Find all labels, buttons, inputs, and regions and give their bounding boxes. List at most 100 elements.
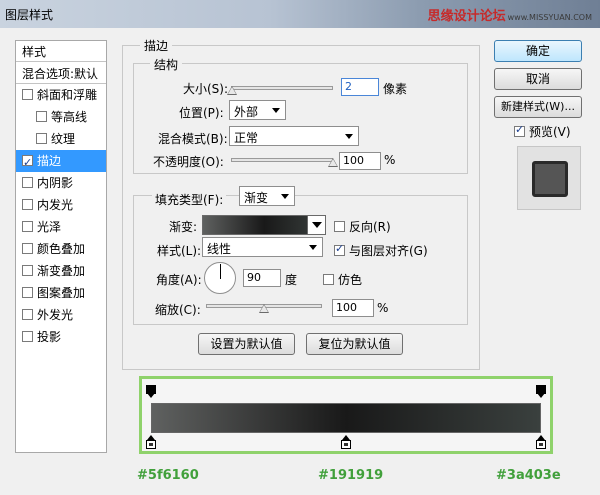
size-slider-thumb[interactable] xyxy=(227,86,238,95)
style-item[interactable]: 光泽 xyxy=(16,216,106,238)
style-item[interactable]: 内阴影 xyxy=(16,172,106,194)
dither-label: 仿色 xyxy=(338,273,363,287)
align-checkbox[interactable] xyxy=(334,242,345,256)
watermark-text: 思缘设计论坛 xyxy=(427,9,506,24)
style-item-label: 图案叠加 xyxy=(37,286,86,300)
style-item-checkbox[interactable] xyxy=(22,265,33,276)
color-hex-middle: #191919 xyxy=(318,468,384,483)
reverse-label: 反向(R) xyxy=(349,220,391,234)
opacity-stop-left[interactable] xyxy=(146,385,156,399)
style-item-checkbox[interactable] xyxy=(36,111,47,122)
opacity-input[interactable]: 100 xyxy=(339,152,381,170)
scale-slider-thumb[interactable] xyxy=(259,304,269,313)
style-item[interactable]: 外发光 xyxy=(16,304,106,326)
chevron-down-icon[interactable] xyxy=(307,216,325,234)
style-item-checkbox[interactable] xyxy=(22,199,33,210)
gradient-picker[interactable] xyxy=(202,215,326,235)
color-stop-left[interactable] xyxy=(146,435,156,449)
dither-checkbox[interactable] xyxy=(323,274,334,285)
reset-default-button[interactable]: 复位为默认值 xyxy=(306,333,403,355)
position-select[interactable]: 外部 xyxy=(229,100,286,120)
blend-mode-value: 正常 xyxy=(234,131,259,145)
style-item[interactable]: 投影 xyxy=(16,326,106,348)
chevron-down-icon xyxy=(272,108,280,113)
reverse-checkbox[interactable] xyxy=(334,221,345,232)
style-item-label: 颜色叠加 xyxy=(37,242,86,256)
ok-button[interactable]: 确定 xyxy=(494,40,582,62)
preview-checkbox[interactable] xyxy=(514,123,525,137)
style-label: 样式(L): xyxy=(157,244,202,258)
opacity-unit: % xyxy=(384,153,396,167)
color-hex-left: #5f6160 xyxy=(137,468,199,483)
angle-dial[interactable] xyxy=(204,262,236,294)
position-value: 外部 xyxy=(234,105,259,119)
style-item[interactable]: 等高线 xyxy=(16,106,106,128)
style-item-label: 光泽 xyxy=(37,220,62,234)
opacity-slider[interactable] xyxy=(231,158,333,162)
preview-option[interactable]: 预览(V) xyxy=(514,123,571,140)
gradient-editor xyxy=(139,376,553,454)
gradient-style-select[interactable]: 线性 xyxy=(202,237,323,257)
style-item[interactable]: 内发光 xyxy=(16,194,106,216)
blend-options-item[interactable]: 混合选项:默认 xyxy=(16,62,106,84)
style-item-checkbox[interactable] xyxy=(22,243,33,254)
style-item-label: 斜面和浮雕 xyxy=(37,88,98,102)
watermark: 思缘设计论坛 www.MISSYUAN.COM xyxy=(428,5,592,24)
color-stop-right[interactable] xyxy=(536,435,546,449)
gradient-label: 渐变: xyxy=(169,220,198,234)
angle-input[interactable]: 90 xyxy=(243,269,281,287)
window-title: 图层样式 xyxy=(5,8,54,22)
style-item-checkbox[interactable] xyxy=(22,89,33,100)
style-item-label: 投影 xyxy=(37,330,62,344)
style-item-label: 渐变叠加 xyxy=(37,264,86,278)
opacity-stop-tip xyxy=(147,393,155,398)
style-preview xyxy=(517,146,581,210)
style-item[interactable]: 描边 xyxy=(16,150,106,174)
opacity-stop-tip xyxy=(537,393,545,398)
scale-unit: % xyxy=(377,301,389,315)
style-item-label: 内阴影 xyxy=(37,176,74,190)
style-item[interactable]: 图案叠加 xyxy=(16,282,106,304)
styles-list: 样式 混合选项:默认 斜面和浮雕等高线纹理描边内阴影内发光光泽颜色叠加渐变叠加图… xyxy=(15,40,107,453)
scale-label: 缩放(C): xyxy=(155,303,201,317)
style-item[interactable]: 纹理 xyxy=(16,128,106,150)
style-item-checkbox[interactable] xyxy=(22,177,33,188)
size-slider[interactable] xyxy=(231,86,333,90)
style-item-label: 内发光 xyxy=(37,198,74,212)
position-label: 位置(P): xyxy=(179,106,224,120)
color-stop-middle[interactable] xyxy=(341,435,351,449)
style-item-checkbox[interactable] xyxy=(22,152,33,174)
style-item-checkbox[interactable] xyxy=(22,221,33,232)
angle-label: 角度(A): xyxy=(156,273,202,287)
style-item[interactable]: 斜面和浮雕 xyxy=(16,84,106,106)
gradient-style-value: 线性 xyxy=(207,242,232,256)
style-item-label: 描边 xyxy=(37,154,62,168)
blend-mode-select[interactable]: 正常 xyxy=(229,126,359,146)
reverse-option[interactable]: 反向(R) xyxy=(334,218,391,235)
opacity-slider-thumb[interactable] xyxy=(328,158,338,167)
styles-header[interactable]: 样式 xyxy=(16,41,106,62)
new-style-button[interactable]: 新建样式(W)... xyxy=(494,96,582,118)
watermark-url: www.MISSYUAN.COM xyxy=(507,13,592,22)
fill-type-value: 渐变 xyxy=(244,191,269,205)
style-item-checkbox[interactable] xyxy=(22,309,33,320)
style-item[interactable]: 渐变叠加 xyxy=(16,260,106,282)
dither-option[interactable]: 仿色 xyxy=(323,271,362,288)
fill-type-select[interactable]: 渐变 xyxy=(239,186,295,206)
gradient-bar[interactable] xyxy=(151,403,541,433)
cancel-button[interactable]: 取消 xyxy=(494,68,582,90)
align-option[interactable]: 与图层对齐(G) xyxy=(334,242,428,259)
opacity-stop-right[interactable] xyxy=(536,385,546,399)
set-default-button[interactable]: 设置为默认值 xyxy=(198,333,295,355)
style-item-checkbox[interactable] xyxy=(22,287,33,298)
chevron-down-icon xyxy=(281,194,289,199)
color-stop-body xyxy=(146,440,156,449)
style-item-checkbox[interactable] xyxy=(36,133,47,144)
angle-unit: 度 xyxy=(285,273,298,287)
size-input[interactable]: 2 xyxy=(341,78,379,96)
style-item[interactable]: 颜色叠加 xyxy=(16,238,106,260)
color-stop-body xyxy=(341,440,351,449)
style-item-checkbox[interactable] xyxy=(22,331,33,342)
scale-input[interactable]: 100 xyxy=(332,299,374,317)
chevron-down-icon xyxy=(309,245,317,250)
